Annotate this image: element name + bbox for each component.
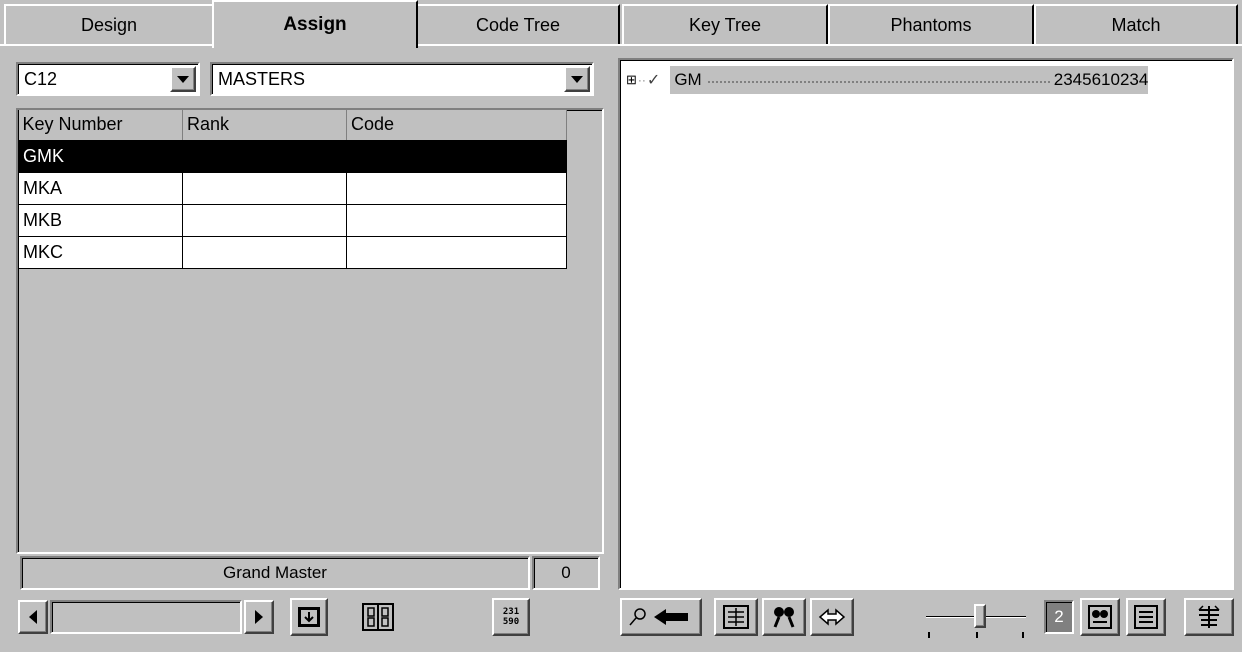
tree-node-label[interactable]: GM 2345610234 bbox=[670, 66, 1149, 94]
tree-connector: ·· bbox=[637, 73, 646, 87]
rank-cell[interactable] bbox=[182, 139, 347, 173]
slider-tick bbox=[1022, 632, 1024, 638]
grid-header-row: Key Number Rank Code bbox=[18, 110, 567, 141]
table-row[interactable]: MKA bbox=[18, 171, 567, 205]
swap-arrows-icon bbox=[818, 608, 846, 626]
tab-divider bbox=[0, 44, 1242, 46]
table-row[interactable]: MKC bbox=[18, 235, 567, 269]
table-row[interactable]: GMK bbox=[18, 139, 567, 173]
tab-match[interactable]: Match bbox=[1034, 4, 1238, 44]
tab-bar: Design Assign Code Tree Key Tree Phantom… bbox=[0, 0, 1242, 48]
level-value: 2 bbox=[1044, 600, 1074, 634]
tab-assign[interactable]: Assign bbox=[212, 0, 418, 48]
check-icon[interactable]: ✓ bbox=[647, 70, 660, 90]
column-header-rank[interactable]: Rank bbox=[182, 110, 347, 141]
key-tree-view[interactable]: ⊞ ·· ✓ GM 2345610234 bbox=[618, 58, 1234, 590]
insert-row-button[interactable] bbox=[290, 598, 328, 636]
columns-icon bbox=[362, 603, 394, 631]
tab-phantoms[interactable]: Phantoms bbox=[828, 4, 1034, 44]
list-view-button[interactable] bbox=[1126, 598, 1166, 636]
columns-button[interactable] bbox=[358, 598, 398, 636]
swap-button[interactable] bbox=[810, 598, 854, 636]
key-number-cell[interactable]: GMK bbox=[18, 139, 183, 173]
key-blank-icon bbox=[1088, 605, 1112, 629]
scroll-right-button[interactable] bbox=[244, 600, 274, 634]
keys-button[interactable] bbox=[762, 598, 806, 636]
level-slider[interactable] bbox=[920, 600, 1032, 640]
code-cell[interactable] bbox=[346, 139, 567, 173]
tab-key-tree[interactable]: Key Tree bbox=[622, 4, 828, 44]
column-header-code[interactable]: Code bbox=[346, 110, 567, 141]
tab-design[interactable]: Design bbox=[4, 4, 214, 44]
rank-cell[interactable] bbox=[182, 171, 347, 205]
key-number-cell[interactable]: MKB bbox=[18, 203, 183, 237]
key-grid[interactable]: Key Number Rank Code GMK MKA MKB MKC bbox=[16, 108, 604, 554]
code-cell[interactable] bbox=[346, 203, 567, 237]
key-cut-button[interactable] bbox=[1080, 598, 1120, 636]
slider-tick bbox=[928, 632, 930, 638]
system-combo[interactable]: C12 bbox=[16, 62, 200, 96]
key-arrow-left-icon bbox=[629, 608, 688, 626]
key-bitting-button[interactable] bbox=[1184, 598, 1234, 636]
arrow-right-icon bbox=[255, 610, 263, 624]
rank-cell[interactable] bbox=[182, 203, 347, 237]
slider-thumb[interactable] bbox=[974, 604, 986, 628]
tab-code-tree[interactable]: Code Tree bbox=[416, 4, 620, 44]
insert-down-icon bbox=[298, 607, 320, 627]
table-row[interactable]: MKB bbox=[18, 203, 567, 237]
chevron-down-icon bbox=[571, 75, 583, 83]
horizontal-scrollbar[interactable] bbox=[50, 600, 242, 634]
number-codes-button[interactable]: 231 590 bbox=[492, 598, 530, 636]
list-icon bbox=[1134, 605, 1158, 629]
key-number-cell[interactable]: MKC bbox=[18, 235, 183, 269]
rank-cell[interactable] bbox=[182, 235, 347, 269]
status-label: Grand Master bbox=[20, 556, 530, 590]
key-assign-button[interactable] bbox=[620, 598, 702, 636]
level-combo-dropdown-button[interactable] bbox=[564, 66, 590, 92]
slider-tick bbox=[976, 632, 978, 638]
expand-icon[interactable]: ⊞ bbox=[626, 72, 637, 88]
key-ladder-icon bbox=[723, 605, 749, 629]
code-cell[interactable] bbox=[346, 235, 567, 269]
chevron-down-icon bbox=[177, 75, 189, 83]
keys-icon bbox=[773, 607, 795, 628]
column-header-key-number[interactable]: Key Number bbox=[18, 110, 183, 141]
arrow-left-icon bbox=[29, 610, 37, 624]
code-cell[interactable] bbox=[346, 171, 567, 205]
bitting-icon bbox=[1198, 605, 1220, 628]
level-combo[interactable]: MASTERS bbox=[210, 62, 594, 96]
dotted-leader bbox=[707, 73, 1050, 83]
status-count: 0 bbox=[532, 556, 600, 590]
key-number-cell[interactable]: MKA bbox=[18, 171, 183, 205]
system-combo-dropdown-button[interactable] bbox=[170, 66, 196, 92]
scroll-left-button[interactable] bbox=[18, 600, 48, 634]
key-ladder-button[interactable] bbox=[714, 598, 758, 636]
tree-node-gm[interactable]: ⊞ ·· ✓ GM 2345610234 bbox=[626, 64, 1149, 96]
